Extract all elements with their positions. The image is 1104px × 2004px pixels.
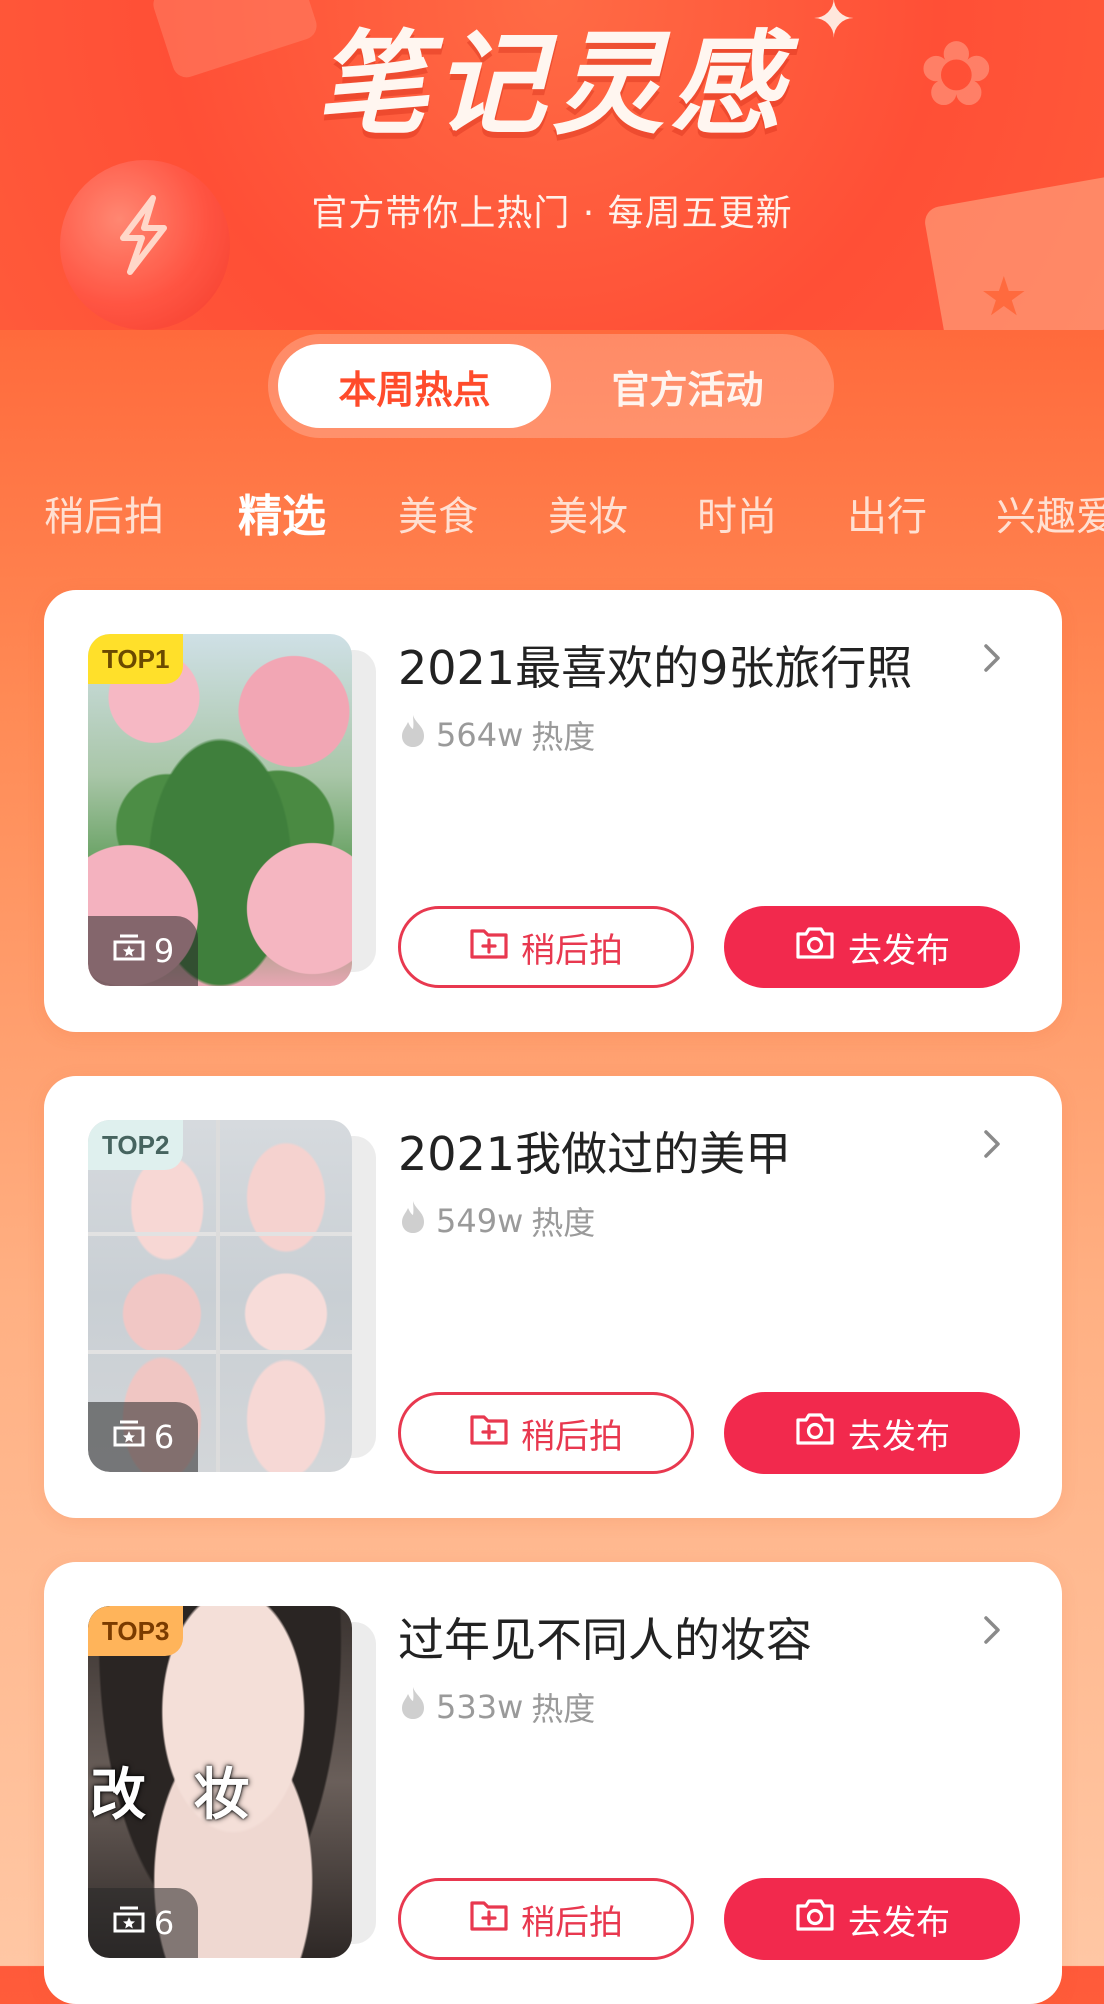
topic-card[interactable]: TOP1 9 2021最喜欢的9张旅行照 564w 热度 稍后拍 去发布: [44, 590, 1062, 1032]
publish-button[interactable]: 去发布: [724, 906, 1020, 988]
topic-image: TOP2 6: [88, 1120, 352, 1472]
category-food[interactable]: 美食: [398, 484, 478, 542]
publish-label: 去发布: [848, 930, 950, 971]
category-featured[interactable]: 精选: [238, 480, 326, 544]
add-folder-icon: [469, 925, 509, 970]
shoot-later-button[interactable]: 稍后拍: [398, 1392, 694, 1474]
chevron-right-icon[interactable]: [972, 1124, 1012, 1164]
shoot-later-label: 稍后拍: [521, 930, 623, 971]
rank-badge: TOP3: [88, 1606, 184, 1656]
topic-title[interactable]: 2021最喜欢的9张旅行照: [398, 632, 912, 698]
page-title: 笔记灵感: [316, 20, 788, 150]
publish-button[interactable]: 去发布: [724, 1392, 1020, 1474]
camera-icon: [794, 1897, 836, 1942]
publish-button[interactable]: 去发布: [724, 1878, 1020, 1960]
chevron-right-icon[interactable]: [972, 1610, 1012, 1650]
topic-title[interactable]: 2021我做过的美甲: [398, 1118, 791, 1184]
gallery-icon: [112, 932, 146, 970]
shoot-later-button[interactable]: 稍后拍: [398, 906, 694, 988]
heat-info: 564w 热度: [398, 712, 595, 758]
flame-icon: [398, 1199, 428, 1243]
topic-image: 改 妆 TOP3 6: [88, 1606, 352, 1958]
image-count: 6: [153, 1904, 175, 1942]
image-overlay-text: 改 妆: [90, 1763, 264, 1828]
image-count-badge: 9: [88, 916, 198, 986]
topic-thumbnail[interactable]: TOP1 9: [88, 634, 376, 986]
publish-label: 去发布: [848, 1902, 950, 1943]
category-hobbies[interactable]: 兴趣爱: [996, 484, 1104, 542]
tab-weekly-hot[interactable]: 本周热点: [278, 344, 551, 428]
camera-icon: [794, 925, 836, 970]
tab-official-events[interactable]: 官方活动: [551, 344, 824, 428]
heat-value: 564w: [436, 716, 524, 754]
page-subtitle: 官方带你上热门 · 每周五更新: [311, 193, 793, 234]
image-count-badge: 6: [88, 1888, 198, 1958]
star-icon: ★: [979, 265, 1028, 328]
category-tabs: 稍后拍 精选 美食 美妆 时尚 出行 兴趣爱: [0, 470, 1104, 550]
category-fashion[interactable]: 时尚: [697, 484, 777, 542]
topic-thumbnail[interactable]: 改 妆 TOP3 6: [88, 1606, 376, 1958]
shoot-later-label: 稍后拍: [521, 1416, 623, 1457]
topic-image: TOP1 9: [88, 634, 352, 986]
flame-icon: [398, 713, 428, 757]
publish-label: 去发布: [848, 1416, 950, 1457]
heat-value: 549w: [436, 1202, 524, 1240]
image-count: 9: [153, 932, 175, 970]
flame-icon: [398, 1685, 428, 1729]
section-toggle: 本周热点 官方活动: [268, 334, 834, 438]
camera-icon: [794, 1411, 836, 1456]
heat-info: 549w 热度: [398, 1198, 595, 1244]
gallery-icon: [112, 1418, 146, 1456]
heat-label: 热度: [531, 1690, 596, 1728]
category-shoot-later[interactable]: 稍后拍: [44, 484, 164, 542]
shoot-later-button[interactable]: 稍后拍: [398, 1878, 694, 1960]
header-banner: ✿ ★ ✦ 笔记灵感 官方带你上热门 · 每周五更新: [0, 0, 1104, 330]
add-folder-icon: [469, 1897, 509, 1942]
topic-title[interactable]: 过年见不同人的妆容: [398, 1604, 812, 1670]
heat-label: 热度: [531, 718, 596, 756]
image-count: 6: [153, 1418, 175, 1456]
rank-badge: TOP2: [88, 1120, 184, 1170]
shoot-later-label: 稍后拍: [521, 1902, 623, 1943]
category-travel[interactable]: 出行: [847, 484, 927, 542]
category-makeup[interactable]: 美妆: [548, 484, 628, 542]
topic-card[interactable]: 改 妆 TOP3 6 过年见不同人的妆容 533w 热度 稍后拍 去发布: [44, 1562, 1062, 2004]
image-count-badge: 6: [88, 1402, 198, 1472]
add-folder-icon: [469, 1411, 509, 1456]
heat-value: 533w: [436, 1688, 524, 1726]
gallery-icon: [112, 1904, 146, 1942]
topic-card[interactable]: TOP2 6 2021我做过的美甲 549w 热度 稍后拍 去发布: [44, 1076, 1062, 1518]
heat-info: 533w 热度: [398, 1684, 595, 1730]
topic-thumbnail[interactable]: TOP2 6: [88, 1120, 376, 1472]
heat-label: 热度: [531, 1204, 596, 1242]
chevron-right-icon[interactable]: [972, 638, 1012, 678]
rank-badge: TOP1: [88, 634, 184, 684]
